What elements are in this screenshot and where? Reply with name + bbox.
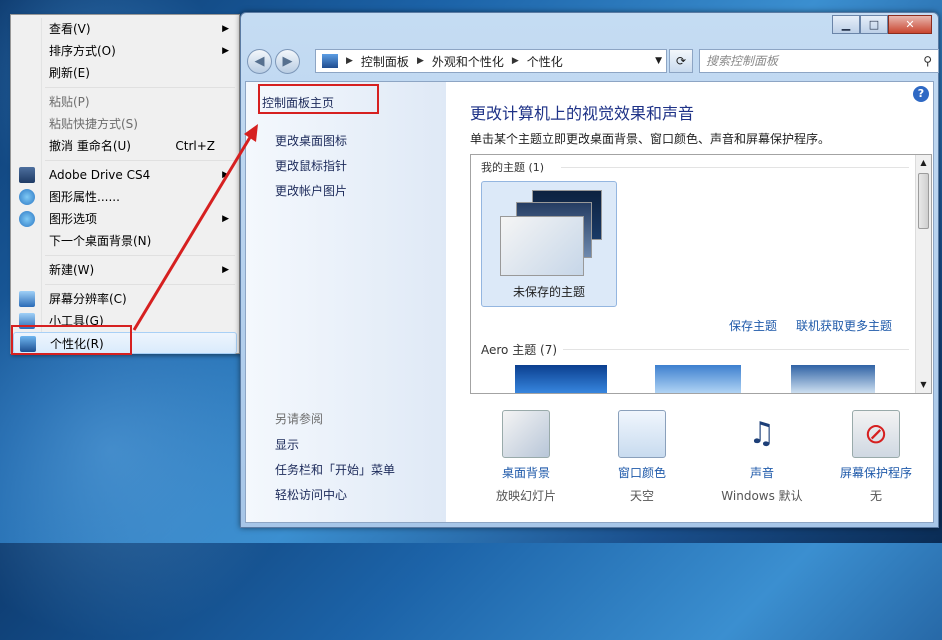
annotation-arrow [132,124,258,331]
